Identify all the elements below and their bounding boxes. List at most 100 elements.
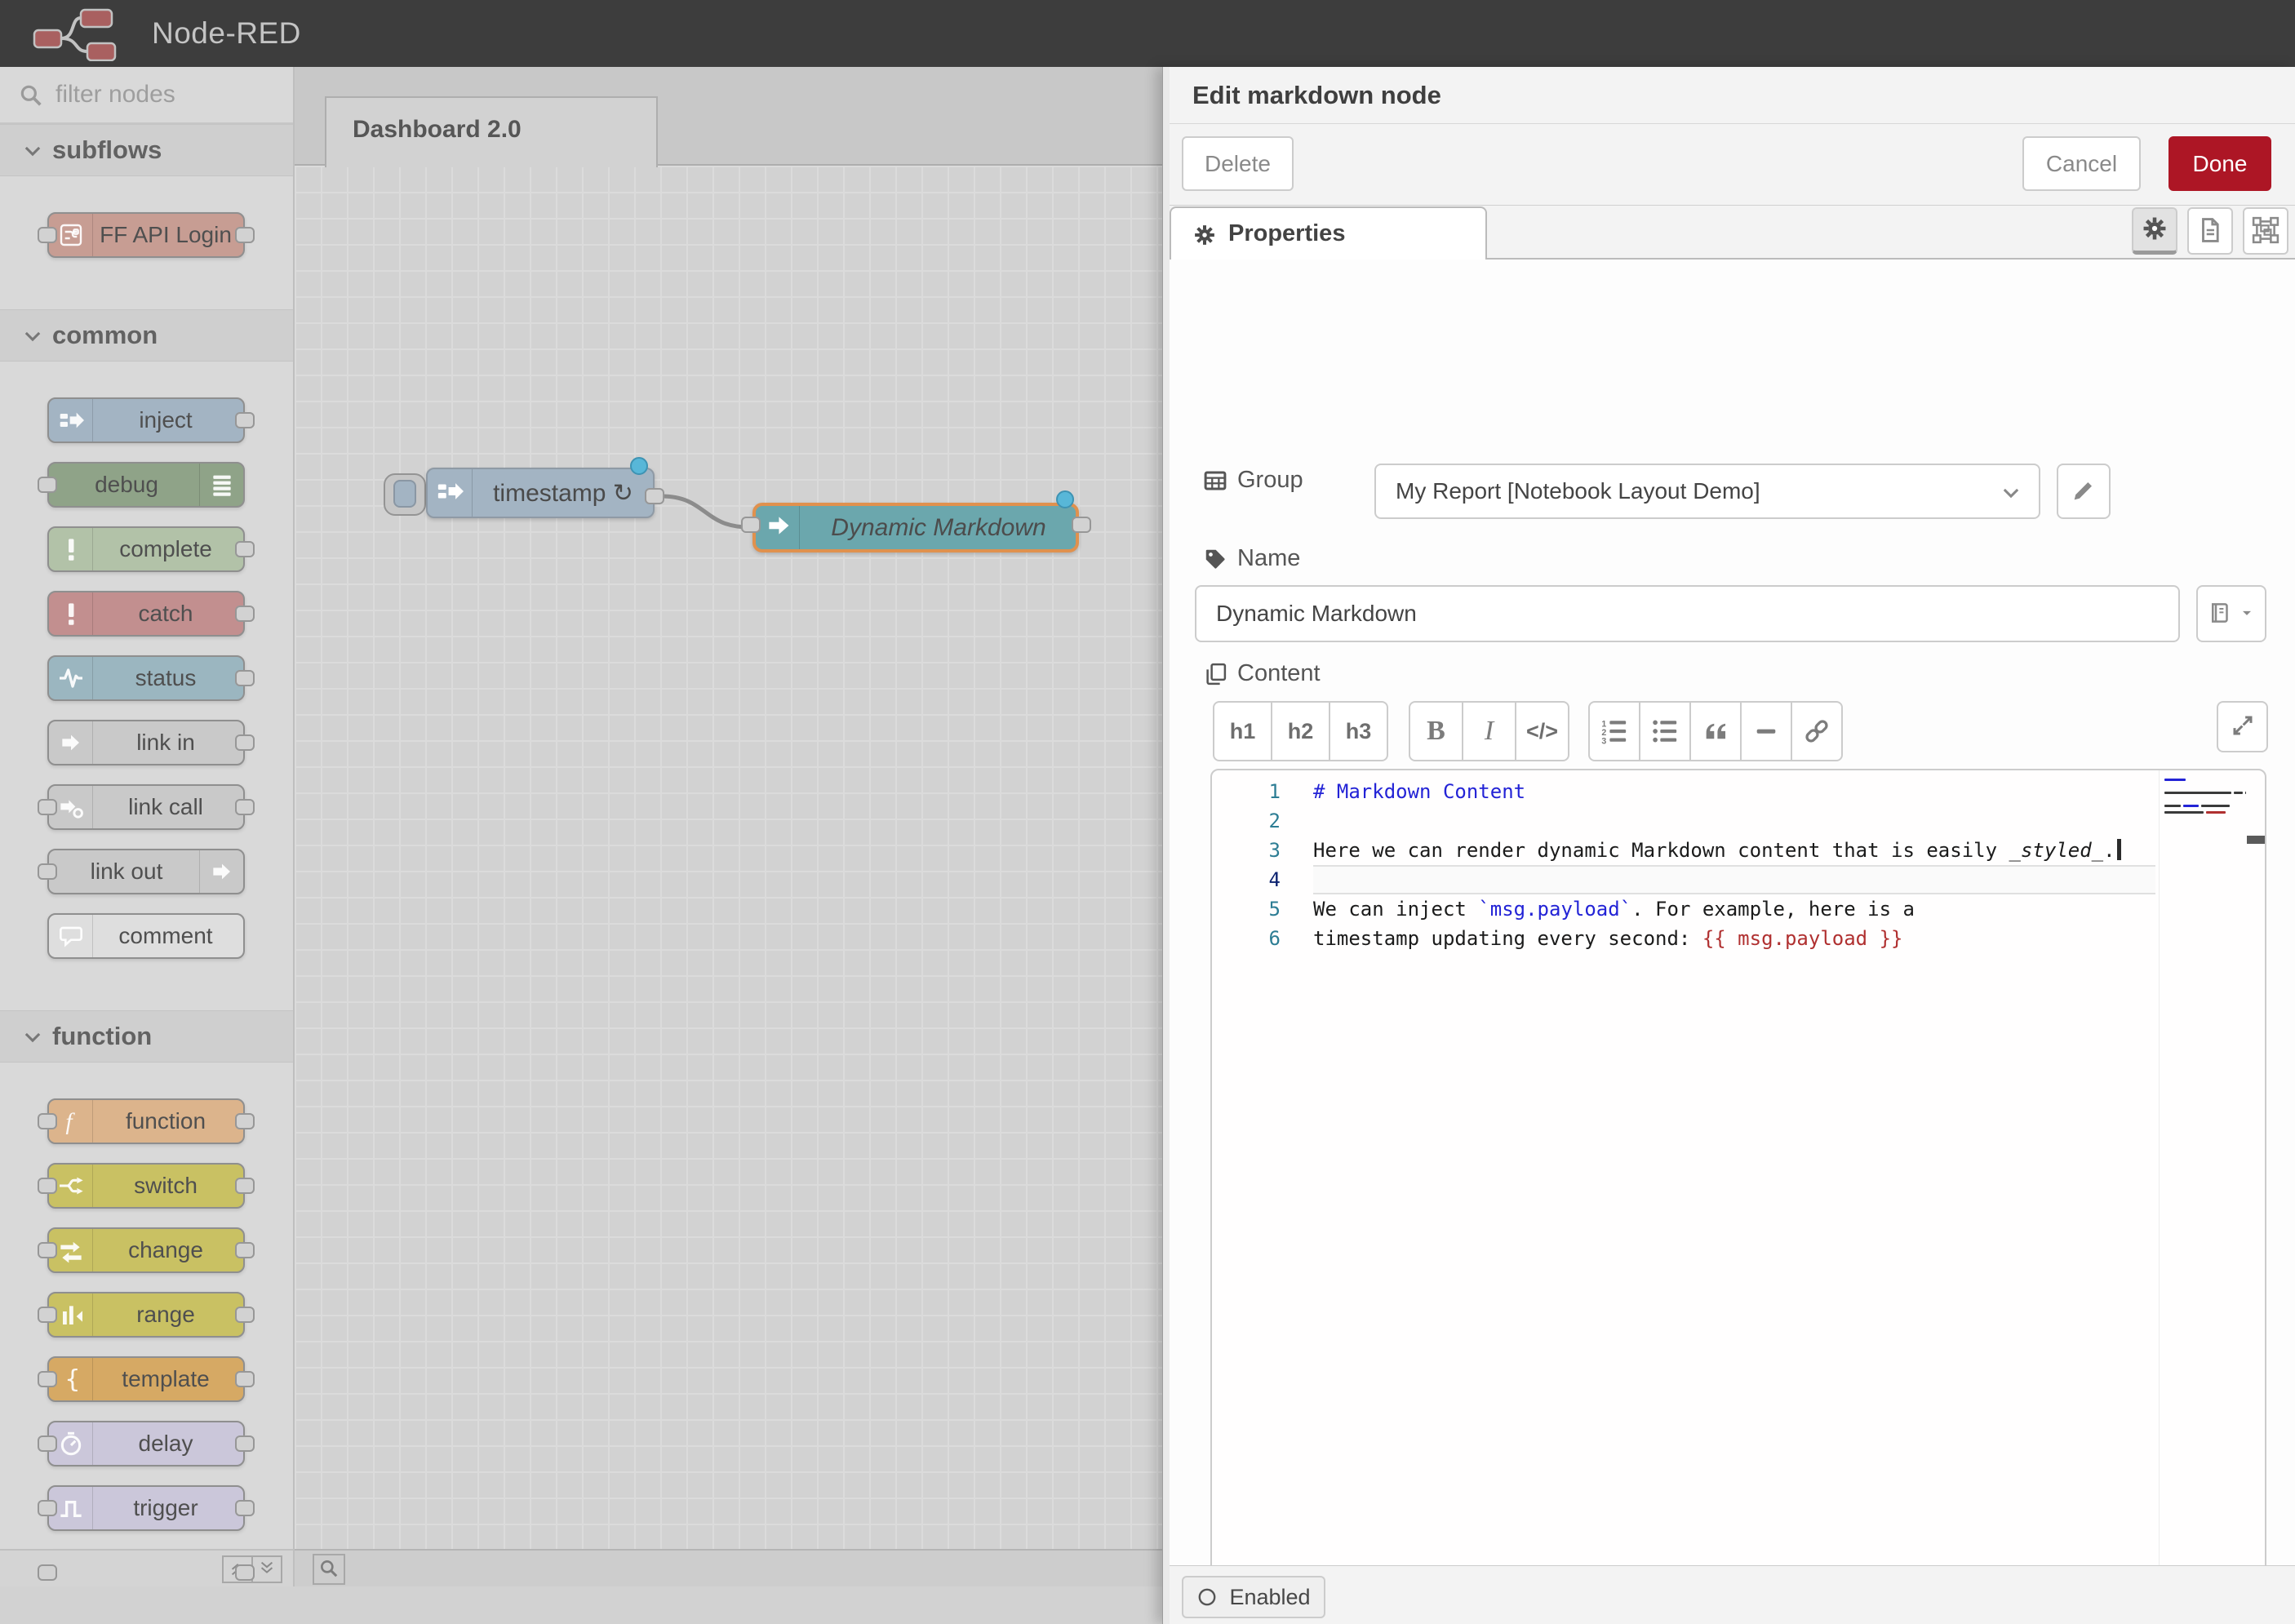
- palette-category-common[interactable]: common: [0, 309, 293, 362]
- minimap-divider: [2159, 770, 2160, 1624]
- line-number: 1: [1212, 777, 1281, 806]
- inject-icon: [428, 469, 473, 517]
- palette-node-link-out[interactable]: link out: [47, 849, 245, 894]
- inject-trigger-button[interactable]: [384, 473, 426, 516]
- code-line-6[interactable]: 6 timestamp updating every second: {{ msg…: [1212, 924, 2265, 953]
- code-line-5[interactable]: 5We can inject `msg.payload`. For exampl…: [1212, 894, 2265, 924]
- code-line-4[interactable]: 4: [1212, 865, 2265, 894]
- blockquote-button[interactable]: [1689, 701, 1742, 761]
- left-port: [38, 1307, 57, 1323]
- palette-node-complete[interactable]: complete: [47, 526, 245, 572]
- palette-node-inject[interactable]: inject: [47, 397, 245, 443]
- palette-node-label: template: [93, 1358, 238, 1400]
- editor-minimap[interactable]: [2164, 779, 2246, 818]
- heading2-button[interactable]: h2: [1271, 701, 1330, 761]
- tab-properties[interactable]: Properties: [1170, 206, 1487, 261]
- changed-indicator-dot: [1056, 490, 1074, 508]
- debug-icon: [199, 464, 243, 506]
- status-icon: [49, 657, 93, 699]
- search-icon: [318, 1558, 340, 1582]
- content-label: Content: [1203, 660, 1321, 687]
- link-button[interactable]: [1791, 701, 1843, 761]
- markdown-code-editor[interactable]: 1 # Markdown Content23Here we can render …: [1210, 769, 2266, 1624]
- heading1-button[interactable]: h1: [1213, 701, 1272, 761]
- palette-node-link-call[interactable]: link call: [47, 784, 245, 830]
- timestamp-output-port[interactable]: [645, 488, 664, 504]
- unordered-list-button[interactable]: [1639, 701, 1691, 761]
- palette-node-debug[interactable]: debug: [47, 462, 245, 508]
- tab-dashboard-2-0[interactable]: Dashboard 2.0: [325, 96, 658, 167]
- palette-node-label: delay: [93, 1422, 238, 1465]
- heading3-button[interactable]: h3: [1329, 701, 1388, 761]
- expand-editor-button[interactable]: [2217, 701, 2268, 752]
- right-port: [235, 1242, 255, 1258]
- palette-category-subflows[interactable]: subflows: [0, 124, 293, 176]
- palette-node-trigger[interactable]: trigger: [47, 1485, 245, 1531]
- line-text: # Markdown Content: [1313, 777, 1525, 806]
- bold-button[interactable]: B: [1409, 701, 1463, 761]
- right-port: [235, 1500, 255, 1516]
- line-number: 6: [1212, 924, 1281, 953]
- cancel-button[interactable]: Cancel: [2022, 136, 2141, 191]
- name-input[interactable]: [1195, 585, 2180, 642]
- palette-search[interactable]: [0, 67, 293, 124]
- code-button[interactable]: </>: [1515, 701, 1569, 761]
- line-text: timestamp updating every second: {{ msg.…: [1313, 924, 1902, 953]
- palette-node-label: link out: [54, 850, 199, 893]
- palette-node-ff-api-login[interactable]: FF API Login: [47, 212, 245, 258]
- palette-node-delay[interactable]: delay: [47, 1421, 245, 1466]
- properties-tab-button[interactable]: [2132, 207, 2177, 255]
- expand-all-button[interactable]: [251, 1555, 282, 1583]
- text-cursor: [2117, 839, 2121, 860]
- horizontal-rule-button[interactable]: [1740, 701, 1792, 761]
- hr-icon: [1752, 717, 1780, 745]
- appearance-tab-button[interactable]: [2243, 207, 2288, 255]
- palette-node-function[interactable]: f function: [47, 1098, 245, 1144]
- left-port: [38, 477, 57, 493]
- edit-group-button[interactable]: [2057, 464, 2111, 519]
- workspace-grid[interactable]: [295, 166, 1162, 1549]
- ordered-list-button[interactable]: 123: [1588, 701, 1640, 761]
- tray-resize-handle[interactable]: [1162, 67, 1170, 1624]
- zoom-search-button[interactable]: [313, 1554, 345, 1585]
- node-enabled-toggle[interactable]: Enabled: [1182, 1576, 1325, 1618]
- app-header: Node-RED: [0, 0, 2295, 67]
- toolbar-group-3: 123: [1588, 701, 1843, 761]
- app-title: Node-RED: [152, 16, 301, 51]
- palette-node-range[interactable]: range: [47, 1292, 245, 1338]
- palette-node-switch[interactable]: switch: [47, 1163, 245, 1209]
- palette-node-status[interactable]: status: [47, 655, 245, 701]
- delete-button[interactable]: Delete: [1182, 136, 1294, 191]
- flow-workspace[interactable]: Dashboard 2.0 timestamp ↻ Dynamic Markdo…: [295, 67, 1162, 1586]
- palette-node-template[interactable]: { template: [47, 1356, 245, 1402]
- group-label: Group: [1203, 467, 1303, 494]
- done-button[interactable]: Done: [2168, 136, 2271, 191]
- node-label: timestamp ↻: [473, 469, 653, 517]
- markdown-input-port[interactable]: [741, 517, 761, 533]
- edit-node-tray: Edit markdown node Delete Cancel Done Pr…: [1162, 67, 2295, 1624]
- palette-node-link-in[interactable]: link in: [47, 720, 245, 765]
- description-tab-button[interactable]: [2187, 207, 2233, 255]
- group-select[interactable]: My Report [Notebook Layout Demo]: [1374, 464, 2040, 519]
- unordered-list-icon: [1651, 717, 1679, 745]
- markdown-arrow-icon: [756, 506, 800, 549]
- name-type-button[interactable]: [2196, 585, 2266, 642]
- toolbar-button-label: </>: [1526, 719, 1558, 744]
- palette-node-change[interactable]: change: [47, 1227, 245, 1273]
- search-input[interactable]: [54, 67, 282, 122]
- palette-node-comment[interactable]: comment: [47, 913, 245, 959]
- code-line-3[interactable]: 3Here we can render dynamic Markdown con…: [1212, 836, 2265, 865]
- right-port: [235, 799, 255, 815]
- chevron-down-icon: [21, 140, 44, 162]
- palette-node-catch[interactable]: catch: [47, 591, 245, 637]
- toolbar-button-label: h3: [1346, 719, 1372, 744]
- palette-category-function[interactable]: function: [0, 1010, 293, 1063]
- node-timestamp[interactable]: timestamp ↻: [426, 468, 655, 518]
- svg-text:3: 3: [1601, 737, 1606, 745]
- italic-button[interactable]: I: [1462, 701, 1516, 761]
- code-line-2[interactable]: 2: [1212, 806, 2265, 836]
- node-dynamic-markdown[interactable]: Dynamic Markdown: [752, 503, 1079, 552]
- node-red-logo-icon: [29, 7, 144, 60]
- markdown-output-port[interactable]: [1072, 517, 1091, 533]
- code-line-1[interactable]: 1 # Markdown Content: [1212, 777, 2265, 806]
